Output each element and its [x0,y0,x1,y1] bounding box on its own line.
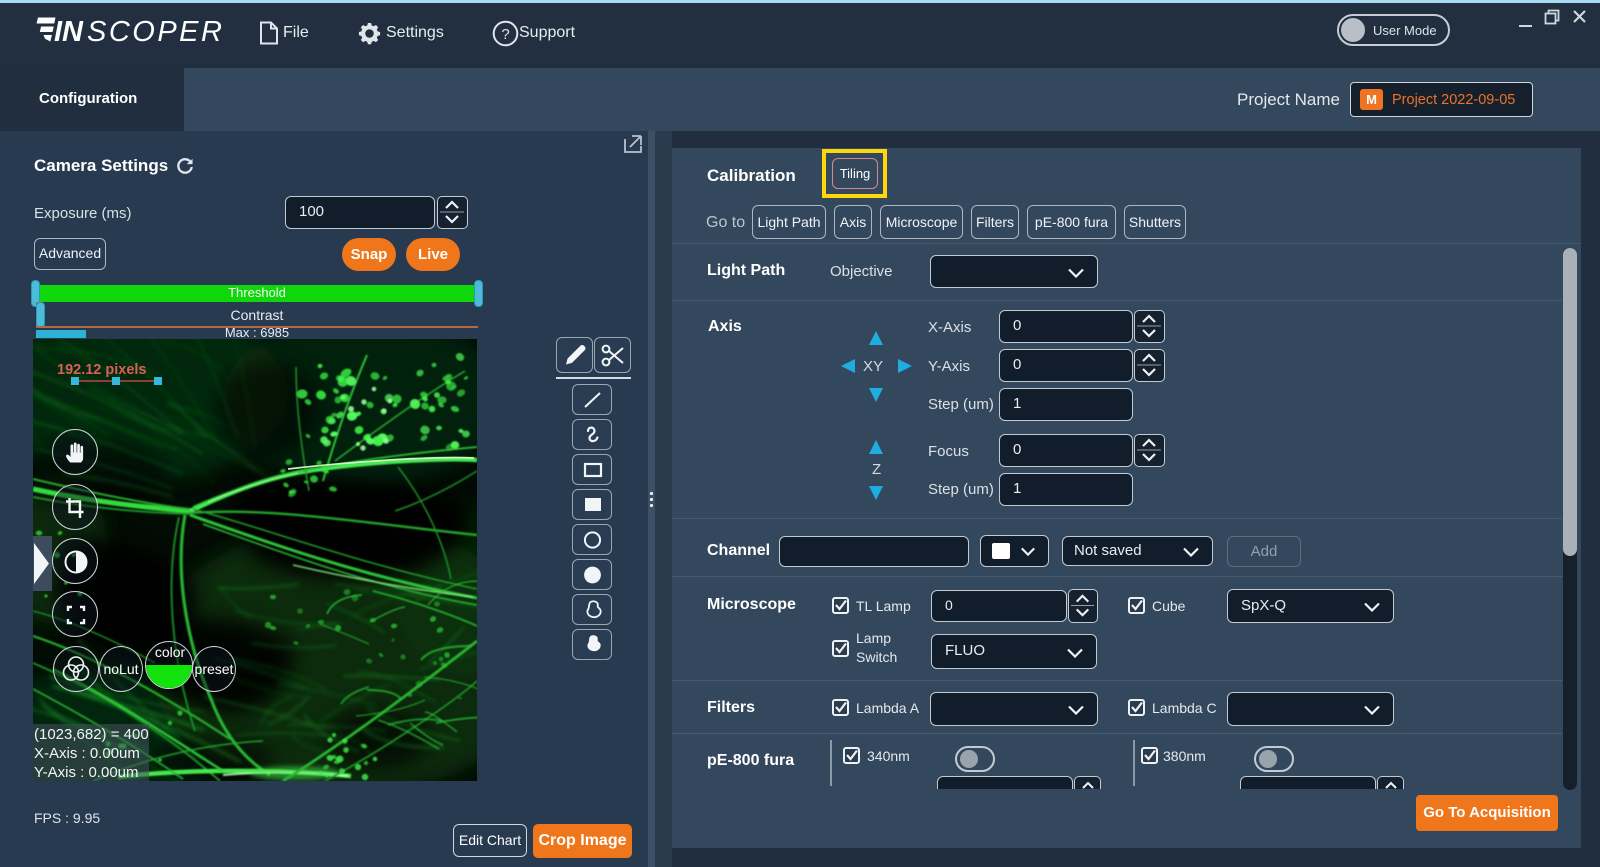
svg-text:?: ? [501,26,509,43]
svg-text:SCOPER: SCOPER [87,16,224,48]
svg-text:IN: IN [54,16,84,48]
